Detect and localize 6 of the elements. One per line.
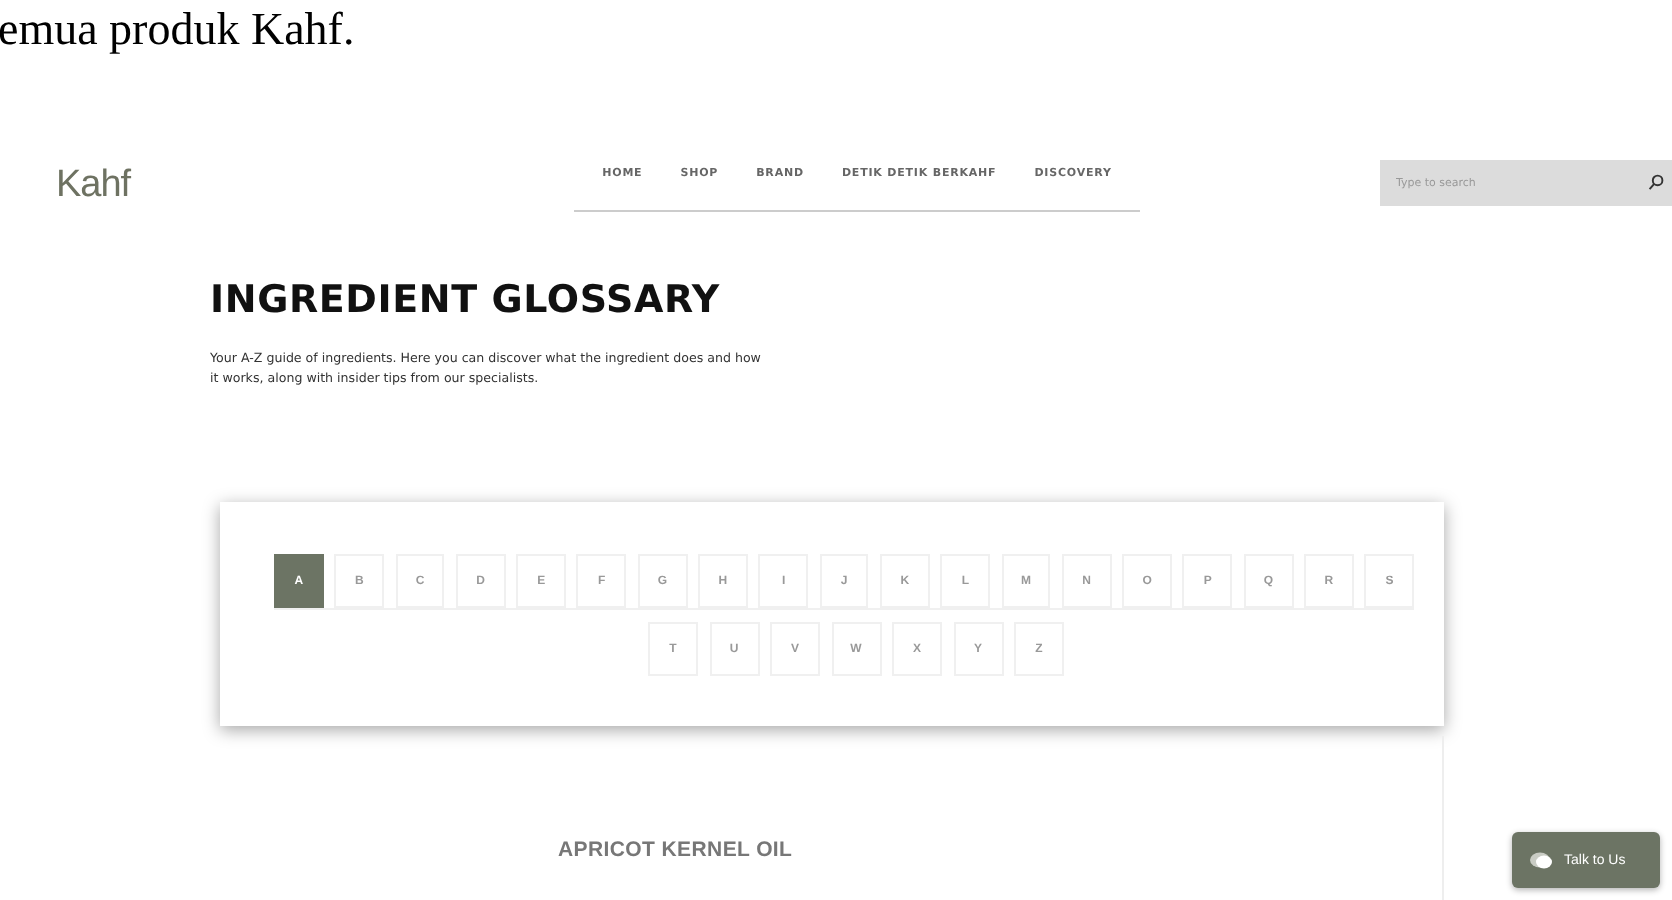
chat-icon: [1530, 851, 1552, 869]
page-title: INGREDIENT GLOSSARY: [210, 276, 720, 326]
ingredient-title: APRICOT KERNEL OIL: [558, 838, 793, 862]
search-icon[interactable]: [1648, 174, 1664, 190]
document-text: emua produk Kahf.: [0, 2, 355, 56]
logo[interactable]: Kahf: [56, 164, 574, 208]
